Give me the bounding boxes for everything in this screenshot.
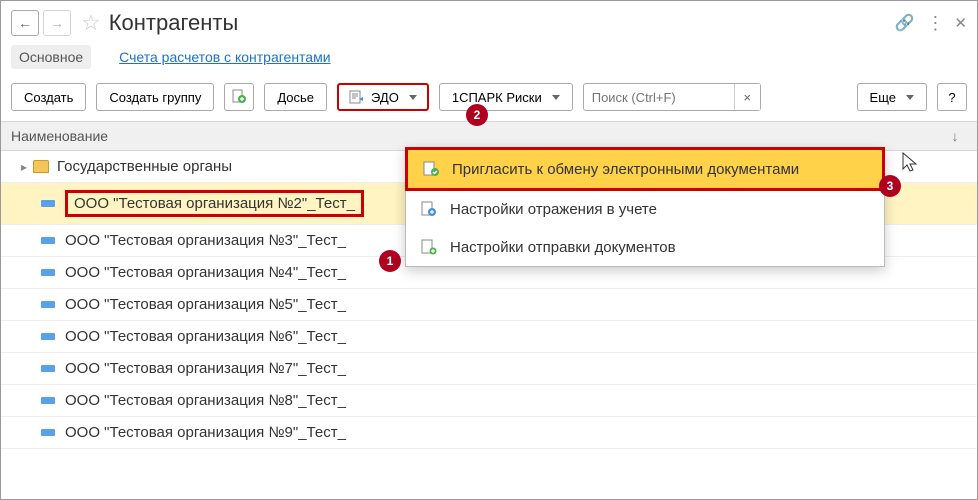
cursor-icon	[901, 151, 919, 179]
edo-dropdown-button[interactable]: ЭДО	[337, 83, 429, 111]
tab-accounts-link[interactable]: Счета расчетов с контрагентами	[111, 45, 338, 69]
item-icon	[41, 301, 55, 308]
more-dropdown-button[interactable]: Еще	[857, 83, 927, 111]
menu-item-send-settings[interactable]: Настройки отправки документов	[406, 228, 884, 266]
menu-item-accounting-settings[interactable]: Настройки отражения в учете	[406, 190, 884, 228]
callout-3: 3	[879, 175, 901, 197]
spark-label: 1СПАРК Риски	[452, 90, 542, 105]
dossier-button[interactable]: Досье	[264, 83, 327, 111]
folder-icon	[33, 160, 49, 173]
close-icon[interactable]: ✕	[954, 14, 967, 32]
row-label: ООО "Тестовая организация №6"_Тест_	[65, 328, 346, 345]
tab-bar: Основное Счета расчетов с контрагентами	[1, 45, 977, 77]
nav-forward-button[interactable]: →	[43, 10, 71, 36]
menu-item-invite-edo[interactable]: Пригласить к обмену электронными докумен…	[405, 147, 885, 191]
favorite-star-icon[interactable]: ☆	[81, 10, 101, 36]
edo-dropdown-menu: Пригласить к обмену электронными докумен…	[405, 147, 885, 267]
send-settings-icon	[420, 238, 438, 256]
row-label: ООО "Тестовая организация №5"_Тест_	[65, 296, 346, 313]
callout-2: 2	[466, 104, 488, 126]
item-icon	[41, 269, 55, 276]
add-from-list-button[interactable]	[224, 83, 254, 111]
add-icon	[232, 89, 246, 106]
menu-item-label: Настройки отправки документов	[450, 239, 676, 256]
menu-item-label: Настройки отражения в учете	[450, 201, 657, 218]
row-label: ООО "Тестовая организация №2"_Тест_	[74, 195, 355, 212]
search-field: ×	[583, 83, 761, 111]
row-label: Государственные органы	[57, 158, 232, 175]
item-icon	[41, 200, 55, 207]
item-icon	[41, 429, 55, 436]
settings-doc-icon	[420, 200, 438, 218]
create-group-button[interactable]: Создать группу	[96, 83, 214, 111]
item-icon	[41, 333, 55, 340]
item-icon	[41, 365, 55, 372]
link-icon[interactable]: 🔗	[895, 13, 915, 33]
row-label: ООО "Тестовая организация №4"_Тест_	[65, 264, 346, 281]
title-bar: ← → ☆ Контрагенты 🔗 ⋮ ✕	[1, 1, 977, 45]
more-vertical-icon[interactable]: ⋮	[926, 13, 942, 34]
tab-main[interactable]: Основное	[11, 45, 91, 69]
nav-back-button[interactable]: ←	[11, 10, 39, 36]
toolbar: Создать Создать группу Досье ЭДО 1СПАРК …	[1, 77, 977, 121]
edo-label: ЭДО	[371, 90, 399, 105]
help-button[interactable]: ?	[937, 83, 967, 111]
page-title: Контрагенты	[109, 10, 239, 36]
more-label: Еще	[870, 90, 896, 105]
search-input[interactable]	[584, 86, 734, 109]
spark-dropdown-button[interactable]: 1СПАРК Риски	[439, 83, 573, 111]
edo-icon	[349, 90, 365, 104]
row-label: ООО "Тестовая организация №7"_Тест_	[65, 360, 346, 377]
table-row[interactable]: ООО "Тестовая организация №6"_Тест_	[1, 321, 977, 353]
row-label: ООО "Тестовая организация №9"_Тест_	[65, 424, 346, 441]
invite-icon	[422, 160, 440, 178]
expand-toggle-icon[interactable]: ▸	[21, 160, 27, 174]
create-button[interactable]: Создать	[11, 83, 86, 111]
search-clear-button[interactable]: ×	[734, 84, 760, 110]
callout-1: 1	[379, 250, 401, 272]
item-icon	[41, 397, 55, 404]
menu-item-label: Пригласить к обмену электронными докумен…	[452, 161, 799, 178]
sort-down-icon[interactable]: ↓	[943, 128, 967, 144]
row-label: ООО "Тестовая организация №3"_Тест_	[65, 232, 346, 249]
table-row[interactable]: ООО "Тестовая организация №7"_Тест_	[1, 353, 977, 385]
table-row[interactable]: ООО "Тестовая организация №8"_Тест_	[1, 385, 977, 417]
row-label: ООО "Тестовая организация №8"_Тест_	[65, 392, 346, 409]
column-name-header[interactable]: Наименование	[11, 128, 108, 144]
table-row[interactable]: ООО "Тестовая организация №5"_Тест_	[1, 289, 977, 321]
table-row[interactable]: ООО "Тестовая организация №9"_Тест_	[1, 417, 977, 449]
item-icon	[41, 237, 55, 244]
